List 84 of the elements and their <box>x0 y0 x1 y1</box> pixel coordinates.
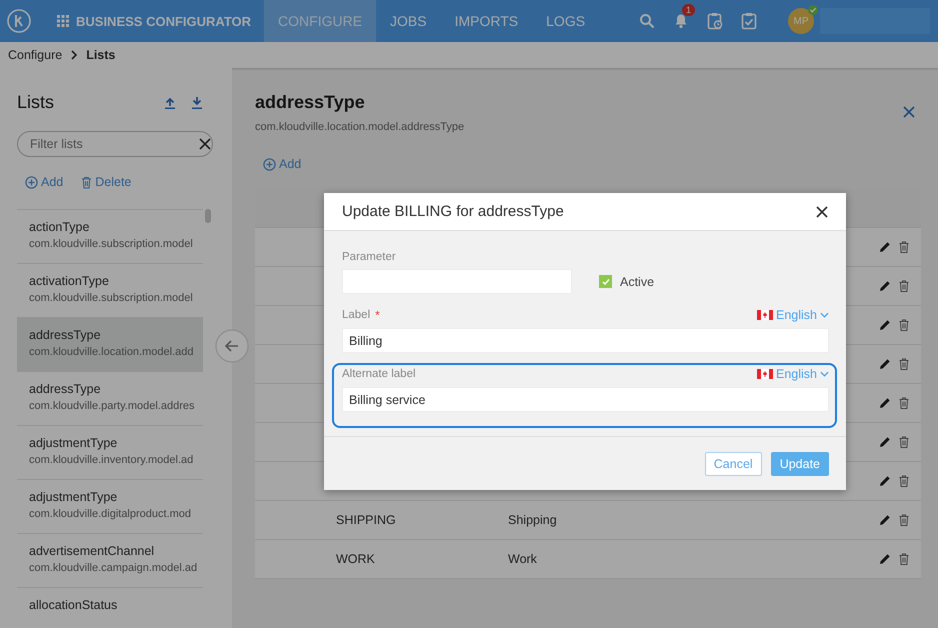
list-item-name: adjustmentType <box>29 436 118 450</box>
add-button[interactable]: Add <box>25 175 64 189</box>
plus-circle-icon <box>25 176 38 188</box>
text-field[interactable]: Billing service <box>342 387 829 412</box>
filter-field[interactable]: Filter lists <box>17 131 213 157</box>
list-item-path: com.kloudville.location.model.add <box>29 346 194 358</box>
pencil-icon[interactable] <box>879 280 891 292</box>
list-item-name: advertisementChannel <box>29 544 156 558</box>
trash-icon[interactable] <box>899 319 909 331</box>
upload-icon[interactable] <box>165 96 175 108</box>
notification-badge: 1 <box>682 4 696 16</box>
list-item[interactable]: actionType com.kloudville.subscription.model <box>17 210 203 264</box>
list-item-path: com.kloudville.inventory.model.ad <box>29 454 194 466</box>
trash-icon[interactable] <box>899 397 909 409</box>
dialog-title: Update BILLING for addressType <box>342 203 564 220</box>
table-cell: Shipping <box>508 513 557 527</box>
flag-icon <box>757 369 773 379</box>
list-item-path: com.kloudville.subscription.model <box>29 292 194 304</box>
check-badge-icon <box>808 5 818 15</box>
breadcrumb-link[interactable]: Configure <box>8 48 62 62</box>
trash-icon[interactable] <box>899 241 909 253</box>
list-item[interactable]: addressType com.kloudville.location.model.add <box>17 318 203 372</box>
bell-icon[interactable] <box>673 13 689 29</box>
list-title: addressType <box>255 92 366 113</box>
clipboard-check-icon[interactable] <box>741 12 757 30</box>
check-icon <box>600 276 610 286</box>
chevron-down-icon <box>820 371 829 377</box>
chevron-right-icon <box>70 50 78 60</box>
list-item-path: com.kloudville.party.model.addres <box>29 400 196 412</box>
chevron-down-icon <box>820 312 829 318</box>
pencil-icon[interactable] <box>879 553 891 565</box>
logo-icon[interactable] <box>7 9 31 33</box>
list-item-name: addressType <box>29 382 102 396</box>
list-path: com.kloudville.location.model.addressType <box>255 121 466 133</box>
download-icon[interactable] <box>192 96 202 108</box>
pencil-icon[interactable] <box>879 475 891 487</box>
clear-icon[interactable] <box>199 138 211 150</box>
list-item[interactable]: adjustmentType com.kloudville.digitalproduct.mod <box>17 480 203 534</box>
list-item-name: allocationStatus <box>29 598 118 612</box>
pencil-icon[interactable] <box>879 397 891 409</box>
close-icon[interactable] <box>816 206 828 218</box>
delete-button[interactable]: Delete <box>81 175 132 189</box>
checkbox-label: Active <box>620 274 654 288</box>
list-item-name: actionType <box>29 220 90 234</box>
sidebar-title: Lists <box>17 92 56 113</box>
list-item-name: adjustmentType <box>29 490 118 504</box>
pencil-icon[interactable] <box>879 241 891 253</box>
trash-icon[interactable] <box>899 475 909 487</box>
list-item[interactable]: adjustmentType com.kloudville.inventory.model.ad <box>17 426 203 480</box>
table-cell-text: WORK <box>336 552 376 566</box>
flag-icon <box>757 310 773 320</box>
list-item-name: addressType <box>29 328 102 342</box>
clipboard-clock-icon[interactable] <box>707 12 723 30</box>
table-cell: Work <box>508 552 537 566</box>
list-item[interactable]: advertisementChannel com.kloudville.campaign.model.ad <box>17 534 203 588</box>
text-field[interactable]: Billing <box>342 328 829 353</box>
breadcrumb-link[interactable]: Lists <box>86 48 116 62</box>
list-item-name: activationType <box>29 274 110 288</box>
field-label: Parameter <box>342 251 397 263</box>
pencil-icon[interactable] <box>879 319 891 331</box>
trash-icon[interactable] <box>899 514 909 526</box>
list-item-path: com.kloudville.campaign.model.ad <box>29 562 198 574</box>
trash-icon[interactable] <box>899 553 909 565</box>
pencil-icon[interactable] <box>879 436 891 448</box>
search-icon[interactable] <box>639 13 655 29</box>
list-item[interactable]: addressType com.kloudville.party.model.addres <box>17 372 203 426</box>
pencil-icon[interactable] <box>879 514 891 526</box>
plus-circle-icon <box>263 158 276 170</box>
field-label: Label <box>342 309 370 321</box>
trash-icon[interactable] <box>899 436 909 448</box>
apps-grid-icon[interactable] <box>57 15 69 27</box>
list-item-path: com.kloudville.subscription.model <box>29 238 194 250</box>
scrollbar-thumb[interactable] <box>205 209 211 223</box>
list-item[interactable]: allocationStatus <box>17 588 203 628</box>
required-marker: * <box>375 308 380 322</box>
active-checkbox[interactable] <box>599 275 612 288</box>
trash-icon <box>81 176 92 188</box>
pencil-icon[interactable] <box>879 358 891 370</box>
table-cell-text: SHIPPING <box>336 513 397 527</box>
trash-icon[interactable] <box>899 280 909 292</box>
trash-icon[interactable] <box>899 358 909 370</box>
field-label: Alternate label <box>342 368 416 380</box>
list-item-path: com.kloudville.digitalproduct.mod <box>29 508 192 520</box>
app-title: BUSINESS CONFIGURATOR <box>76 14 252 28</box>
